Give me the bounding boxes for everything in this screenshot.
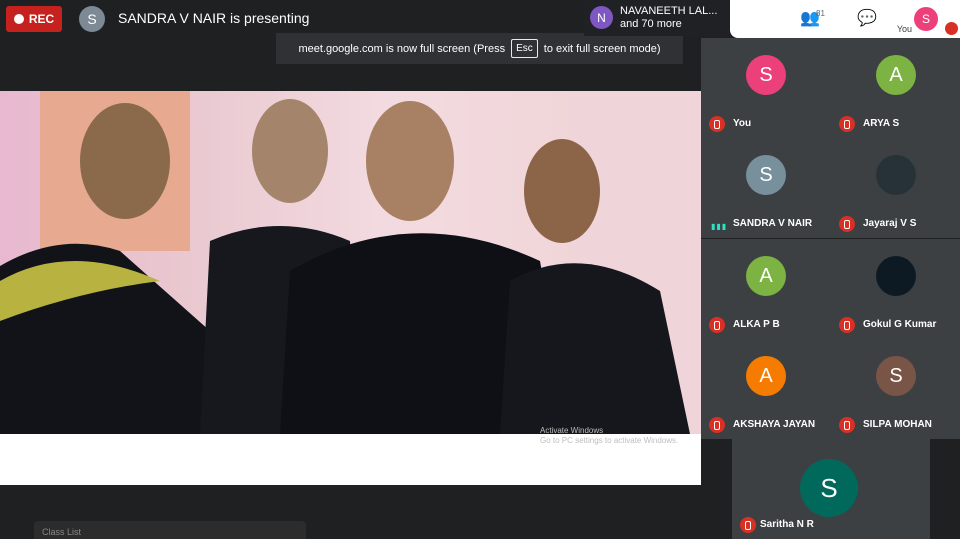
participant-tile[interactable]: A ALKA P B — [701, 239, 831, 339]
participant-avatar — [876, 155, 916, 195]
mic-off-icon — [839, 417, 855, 433]
participant-tile[interactable]: S Saritha N R — [732, 439, 930, 539]
mic-off-icon — [709, 417, 725, 433]
participant-avatar: S — [746, 155, 786, 195]
mic-off-icon — [839, 317, 855, 333]
participant-tile[interactable]: A ARYA S — [831, 38, 960, 138]
fullscreen-notice: meet.google.com is now full screen (Pres… — [276, 33, 683, 64]
participant-avatar: A — [746, 356, 786, 396]
chip-text: NAVANEETH LAL... and 70 more — [620, 5, 717, 31]
participant-tile[interactable]: S ▮▮▮ SANDRA V NAIR — [701, 138, 831, 238]
participant-tile[interactable]: S You — [701, 38, 831, 138]
chip-more-line: and 70 more — [620, 18, 682, 30]
participant-tile[interactable]: Gokul G Kumar — [831, 239, 960, 339]
participant-tile[interactable]: Jayaraj V S — [831, 138, 960, 238]
participant-name: You — [733, 118, 752, 129]
participant-avatar: S — [876, 356, 916, 396]
mic-off-icon — [740, 517, 756, 533]
taskbar-label: Class List — [42, 527, 82, 537]
presentation-video: Activate Windows Go to PC settings to ac… — [0, 91, 701, 485]
participant-avatar: A — [876, 55, 916, 95]
participant-count: 81 — [816, 9, 825, 18]
participant-tile[interactable]: A AKSHAYA JAYAN — [701, 339, 831, 439]
chip-name-line: NAVANEETH LAL... — [620, 5, 718, 17]
participant-name: AKSHAYA JAYAN — [733, 419, 816, 430]
students-scene — [0, 91, 701, 434]
participant-avatar — [876, 256, 916, 296]
mic-off-icon — [709, 317, 725, 333]
mic-off-icon — [839, 216, 855, 232]
recording-label: REC — [28, 12, 55, 26]
mic-off-icon — [709, 116, 725, 132]
record-dot-icon — [13, 14, 24, 24]
participant-tile[interactable]: S SILPA MOHAN — [831, 339, 960, 439]
participant-avatar: A — [746, 256, 786, 296]
participant-avatar: S — [746, 55, 786, 95]
participant-name: Saritha N R — [760, 519, 814, 530]
notice-text-post: to exit full screen mode) — [543, 42, 661, 55]
presenter-avatar: S — [79, 6, 105, 32]
participant-name: SILPA MOHAN — [863, 419, 932, 430]
recording-badge: REC — [6, 6, 62, 32]
you-label: You — [896, 24, 912, 34]
speaking-icon: ▮▮▮ — [711, 222, 728, 231]
chat-icon[interactable]: 💬 — [857, 8, 877, 28]
mic-off-icon — [839, 116, 855, 132]
esc-key: Esc — [511, 39, 538, 58]
participant-avatar: S — [800, 459, 858, 517]
participant-name: ARYA S — [863, 118, 900, 129]
watermark-line2: Go to PC settings to activate Windows. — [540, 436, 679, 445]
mic-off-icon — [945, 22, 958, 35]
notice-text-pre: meet.google.com is now full screen (Pres… — [298, 42, 506, 55]
participant-name: ALKA P B — [733, 319, 780, 330]
you-avatar[interactable]: S — [914, 7, 938, 31]
participant-name: Jayaraj V S — [863, 218, 917, 229]
taskbar-preview[interactable]: Class List — [34, 521, 306, 539]
activate-watermark: Activate Windows Go to PC settings to ac… — [540, 426, 678, 446]
chip-avatar: N — [590, 6, 613, 29]
video-frame — [0, 91, 701, 434]
participant-name: SANDRA V NAIR — [733, 218, 813, 229]
people-chip[interactable]: N NAVANEETH LAL... and 70 more — [584, 0, 730, 36]
presenter-text: SANDRA V NAIR is presenting — [118, 10, 310, 26]
meeting-toolbar: 👥 81 💬 You S — [730, 0, 960, 38]
participant-name: Gokul G Kumar — [863, 319, 937, 330]
watermark-line1: Activate Windows — [540, 426, 604, 435]
